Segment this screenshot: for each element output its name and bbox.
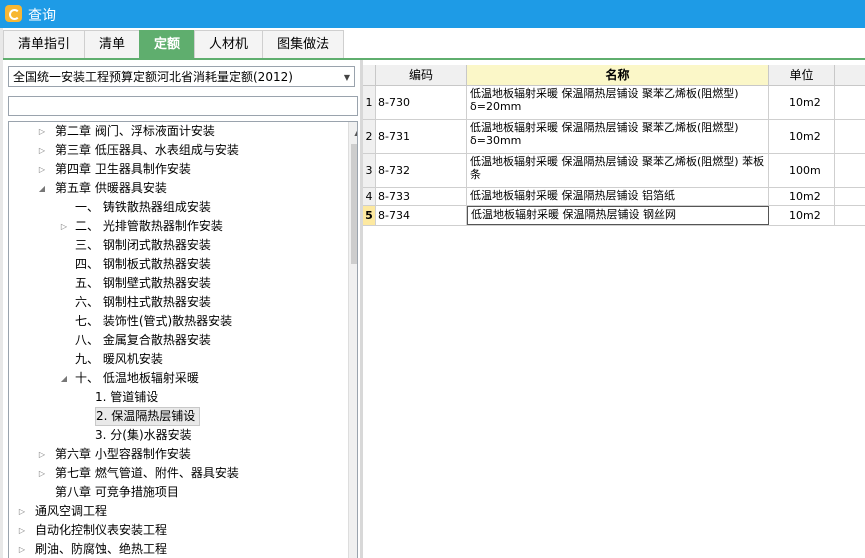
window-title: 查询: [28, 8, 56, 24]
table-row[interactable]: 3 8-732 低温地板辐射采暖 保温隔热层铺设 聚苯乙烯板(阻燃型) 苯板条 100…: [363, 154, 865, 188]
tree-node-label: 七、 装饰性(管式)散热器安装: [75, 314, 233, 328]
table-row[interactable]: 5 8-734 低温地板辐射采暖 保温隔热层铺设 钢丝网 10m2: [363, 206, 865, 226]
code-cell[interactable]: 8-732: [376, 154, 467, 187]
row-index-cell[interactable]: 1: [363, 86, 376, 119]
row-index-cell[interactable]: 5: [363, 206, 376, 225]
title-bar: 查询: [0, 0, 865, 28]
tree-node-label: 三、 钢制闭式散热器安装: [75, 238, 211, 252]
unit-cell[interactable]: 10m2: [769, 188, 835, 205]
tree-node-label: 第八章 可竞争措施项目: [55, 485, 179, 499]
code-cell[interactable]: 8-734: [376, 206, 467, 225]
collapse-triangle-icon[interactable]: ◢: [37, 179, 47, 198]
name-cell[interactable]: 低温地板辐射采暖 保温隔热层铺设 聚苯乙烯板(阻燃型) 苯板条: [467, 154, 769, 187]
tree-node-label: 自动化控制仪表安装工程: [35, 523, 168, 537]
tree-node-label: 一、 铸铁散热器组成安装: [75, 200, 211, 214]
expand-triangle-icon[interactable]: ▷: [37, 464, 47, 483]
expand-triangle-icon[interactable]: ▷: [37, 445, 47, 464]
tab-labor-material-machine[interactable]: 人材机: [194, 30, 264, 59]
quota-grid: 编码 名称 单位 1 8-730 低温地板辐射采暖 保温隔热层铺设 聚苯乙烯板(阻燃…: [363, 65, 865, 558]
tree-node-label: 第六章 小型容器制作安装: [55, 447, 191, 461]
tab-atlas-method[interactable]: 图集做法: [262, 30, 345, 59]
tab-list-guide[interactable]: 清单指引: [3, 30, 86, 59]
header-unit[interactable]: 单位: [769, 65, 835, 85]
row-index-cell[interactable]: 4: [363, 188, 376, 205]
tab-list[interactable]: 清单: [84, 30, 141, 59]
tab-bar: 清单指引 清单 定额 人材机 图集做法: [3, 30, 345, 59]
name-cell[interactable]: 低温地板辐射采暖 保温隔热层铺设 聚苯乙烯板(阻燃型) δ=20mm: [467, 86, 769, 119]
table-row[interactable]: 1 8-730 低温地板辐射采暖 保温隔热层铺设 聚苯乙烯板(阻燃型) δ=20mm…: [363, 86, 865, 120]
code-cell[interactable]: 8-733: [376, 188, 467, 205]
chevron-down-icon[interactable]: ▼: [344, 67, 350, 88]
code-cell[interactable]: 8-730: [376, 86, 467, 119]
tree-node-label: 八、 金属复合散热器安装: [75, 333, 211, 347]
unit-cell[interactable]: 10m2: [769, 86, 835, 119]
app-icon: [5, 5, 22, 22]
tree-node-label: 四、 钢制板式散热器安装: [75, 257, 211, 271]
tree-node-label: 六、 钢制柱式散热器安装: [75, 295, 211, 309]
tree-node-label: 第五章 供暖器具安装: [55, 181, 167, 195]
expand-triangle-icon[interactable]: ▷: [17, 540, 27, 558]
filter-input[interactable]: [8, 96, 358, 116]
tree-node-label: 通风空调工程: [35, 504, 108, 518]
name-cell[interactable]: 低温地板辐射采暖 保温隔热层铺设 钢丝网: [467, 206, 769, 225]
header-index: [363, 65, 376, 85]
unit-cell[interactable]: 10m2: [769, 120, 835, 153]
tree-scrollbar[interactable]: ▲: [348, 122, 357, 558]
tree-node-label: 十、 低温地板辐射采暖: [75, 371, 199, 385]
tree-node-label: 第二章 阀门、浮标液面计安装: [55, 124, 215, 138]
library-select-value: 全国统一安装工程预算定额河北省消耗量定额(2012): [13, 70, 293, 84]
expand-triangle-icon[interactable]: ▷: [17, 521, 27, 540]
tree-node-label: 3. 分(集)水器安装: [95, 428, 192, 442]
tree-node-label: 1. 管道铺设: [95, 390, 159, 404]
scroll-thumb[interactable]: [351, 144, 357, 264]
expand-triangle-icon[interactable]: ▷: [37, 122, 47, 141]
code-cell[interactable]: 8-731: [376, 120, 467, 153]
tree-node-label: 第七章 燃气管道、附件、器具安装: [55, 466, 239, 480]
tree-node-label: 第三章 低压器具、水表组成与安装: [55, 143, 239, 157]
name-cell[interactable]: 低温地板辐射采暖 保温隔热层铺设 铝箔纸: [467, 188, 769, 205]
unit-cell[interactable]: 100m: [769, 154, 835, 187]
tree-node-label: 五、 钢制壁式散热器安装: [75, 276, 211, 290]
name-cell[interactable]: 低温地板辐射采暖 保温隔热层铺设 聚苯乙烯板(阻燃型) δ=30mm: [467, 120, 769, 153]
expand-triangle-icon[interactable]: ▷: [17, 502, 27, 521]
tree-node-label: 二、 光排管散热器制作安装: [75, 219, 223, 233]
row-index-cell[interactable]: 3: [363, 154, 376, 187]
tree-node-label: 2. 保温隔热层铺设: [95, 407, 201, 426]
header-code[interactable]: 编码: [376, 65, 467, 85]
grid-header: 编码 名称 单位: [363, 65, 865, 86]
expand-triangle-icon[interactable]: ▷: [59, 217, 69, 236]
row-index-cell[interactable]: 2: [363, 120, 376, 153]
expand-triangle-icon[interactable]: ▷: [37, 160, 47, 179]
tree-node-label: 第四章 卫生器具制作安装: [55, 162, 191, 176]
table-row[interactable]: 4 8-733 低温地板辐射采暖 保温隔热层铺设 铝箔纸 10m2: [363, 188, 865, 206]
header-name[interactable]: 名称: [467, 65, 769, 85]
tree-node-label: 刷油、防腐蚀、绝热工程: [35, 542, 168, 556]
scroll-up-icon[interactable]: ▲: [349, 124, 357, 141]
expand-triangle-icon[interactable]: ▷: [37, 141, 47, 160]
tree-node-label: 九、 暖风机安装: [75, 352, 163, 366]
library-select[interactable]: 全国统一安装工程预算定额河北省消耗量定额(2012) ▼: [8, 66, 355, 87]
table-row[interactable]: 2 8-731 低温地板辐射采暖 保温隔热层铺设 聚苯乙烯板(阻燃型) δ=30mm…: [363, 120, 865, 154]
unit-cell[interactable]: 10m2: [769, 206, 835, 225]
chapter-tree: ▷ 第二章 阀门、浮标液面计安装 ▷ 第三章 低压器具、水表组成与安装 ▷ 第四章 卫生器…: [8, 121, 358, 558]
collapse-triangle-icon[interactable]: ◢: [59, 369, 69, 388]
tab-quota[interactable]: 定额: [139, 30, 196, 59]
